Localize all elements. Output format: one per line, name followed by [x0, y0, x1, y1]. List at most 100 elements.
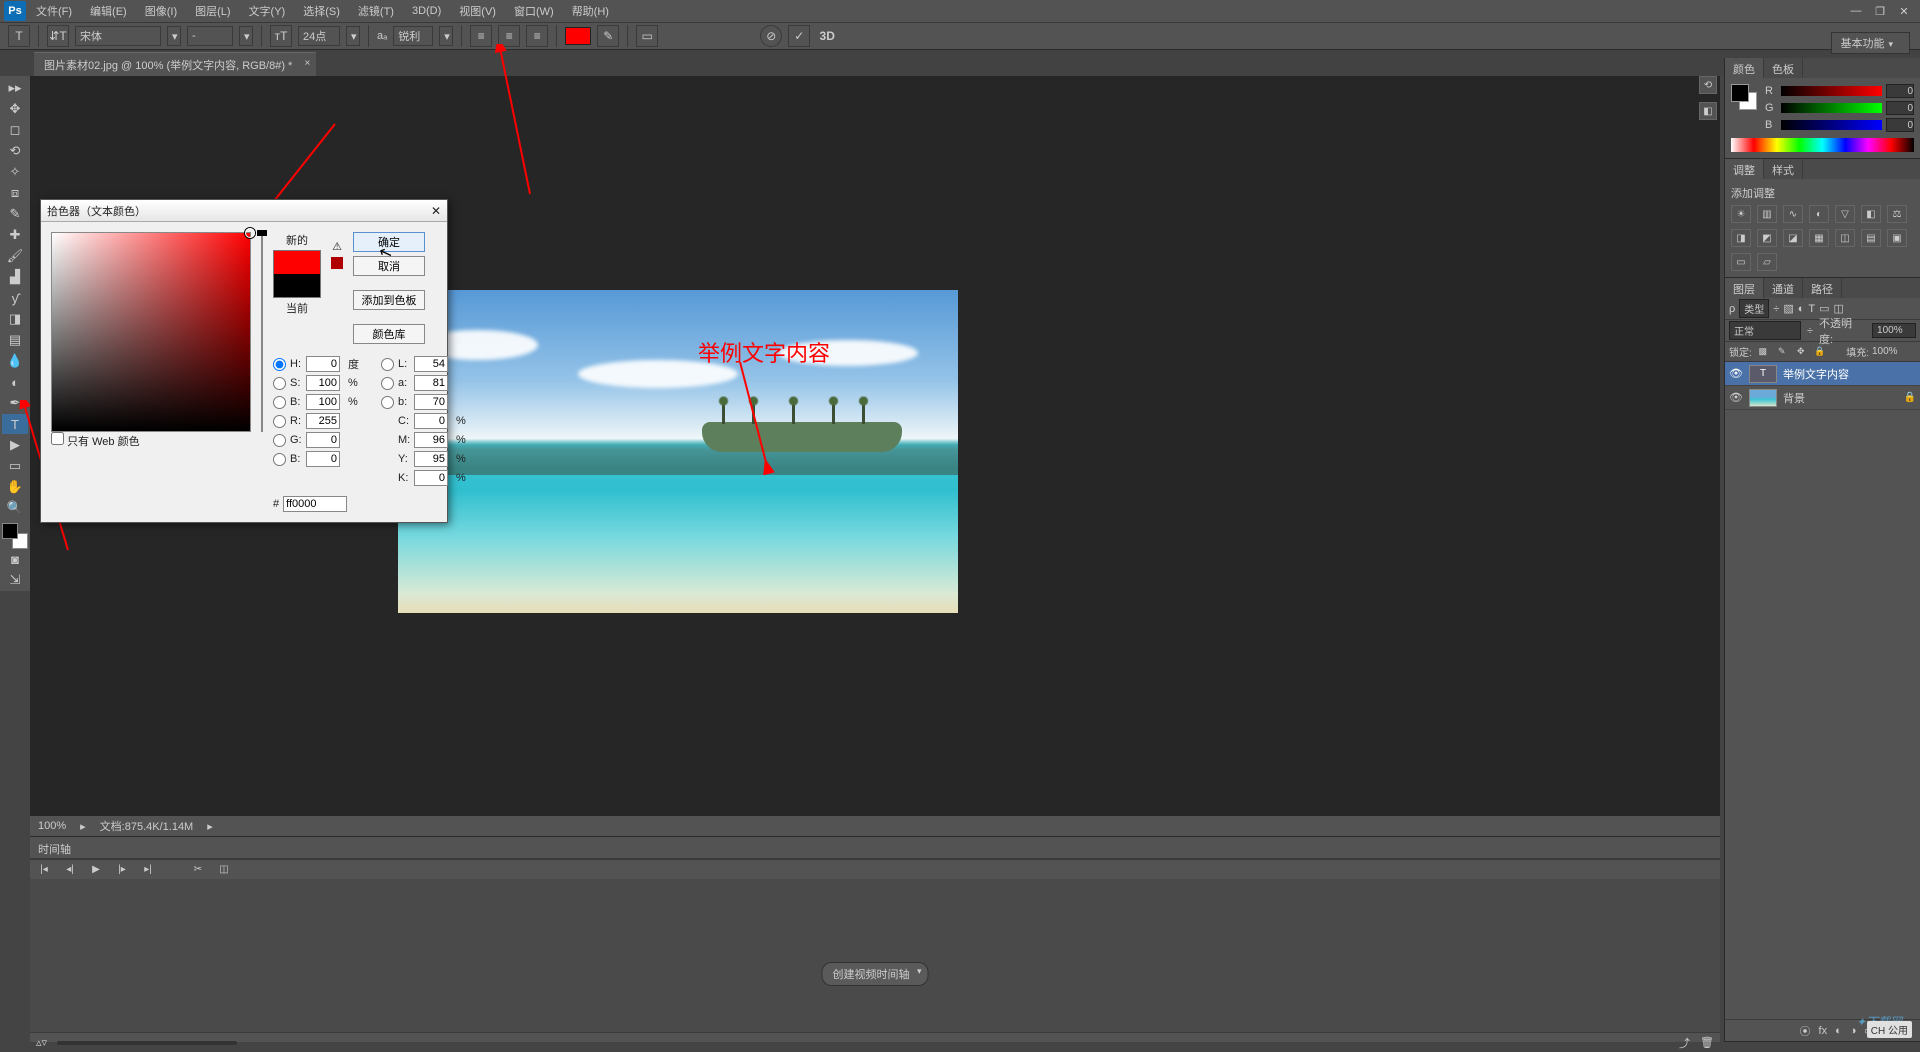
font-style-select[interactable]: - [187, 26, 233, 46]
adj-photo-icon[interactable]: ◩ [1757, 229, 1777, 247]
dialog-close-icon[interactable]: ✕ [431, 204, 441, 218]
tl-trans-icon[interactable]: ◫ [216, 863, 232, 877]
layer-row-bg[interactable]: 👁 背景 🔒 [1725, 386, 1920, 410]
lock-move-icon[interactable]: ✥ [1793, 345, 1809, 359]
radio-b2[interactable] [273, 453, 286, 466]
g-value[interactable] [1886, 101, 1914, 115]
adj-lookup-icon[interactable]: ▦ [1809, 229, 1829, 247]
heal-tool[interactable]: ✚ [2, 225, 28, 245]
create-video-timeline-button[interactable]: 创建视频时间轴 [822, 962, 929, 986]
lock-all-icon[interactable]: 🔒 [1812, 345, 1828, 359]
tl-next-icon[interactable]: |▸ [114, 863, 130, 877]
lock-trans-icon[interactable]: ▩ [1755, 345, 1771, 359]
adj-gradient-icon[interactable]: ▭ [1731, 253, 1751, 271]
document-tab[interactable]: 图片素材02.jpg @ 100% (举例文字内容, RGB/8#) * × [34, 52, 316, 76]
menu-image[interactable]: 图像(I) [137, 1, 185, 21]
font-style-dropdown-icon[interactable]: ▾ [239, 26, 253, 46]
c-input[interactable] [414, 413, 448, 429]
adj-levels-icon[interactable]: ▥ [1757, 205, 1777, 223]
properties-tab-icon[interactable]: ◧ [1699, 102, 1717, 120]
cancel-button[interactable]: 取消 [353, 256, 425, 276]
tl-render-icon[interactable]: ⤴ [1679, 1035, 1690, 1051]
lock-paint-icon[interactable]: ✎ [1774, 345, 1790, 359]
spectrum-bar[interactable] [1731, 138, 1914, 152]
adj-invert-icon[interactable]: ◫ [1835, 229, 1855, 247]
lasso-tool[interactable]: ⟲ [2, 141, 28, 161]
link-layers-icon[interactable]: ⦿ [1800, 1023, 1811, 1039]
tab-channels[interactable]: 通道 [1764, 278, 1803, 298]
tab-layers[interactable]: 图层 [1725, 278, 1764, 298]
minimize-icon[interactable]: — [1844, 3, 1868, 19]
history-tab-icon[interactable]: ⟲ [1699, 76, 1717, 94]
adj-vibrance-icon[interactable]: ▽ [1835, 205, 1855, 223]
visibility-icon[interactable]: 👁 [1729, 391, 1743, 404]
crop-tool[interactable]: ⧈ [2, 183, 28, 203]
menu-type[interactable]: 文字(Y) [241, 1, 294, 21]
adj-curves-icon[interactable]: ∿ [1783, 205, 1803, 223]
close-icon[interactable]: ✕ [1892, 3, 1916, 19]
radio-a[interactable] [381, 377, 394, 390]
color-field[interactable] [51, 232, 251, 432]
radio-g[interactable] [273, 434, 286, 447]
menu-help[interactable]: 帮助(H) [564, 1, 617, 21]
menu-layer[interactable]: 图层(L) [187, 1, 238, 21]
layer-row-text[interactable]: 👁 T 举例文字内容 [1725, 362, 1920, 386]
eyedropper-tool[interactable]: ✎ [2, 204, 28, 224]
align-center-icon[interactable]: ≡ [498, 25, 520, 47]
antialias-select[interactable]: 锐利 [393, 26, 433, 46]
layer-filter-select[interactable]: 类型 [1739, 299, 1769, 318]
text-color-swatch[interactable] [565, 27, 591, 45]
font-size-select[interactable]: 24点 [298, 26, 340, 46]
3d-icon[interactable]: 3D [816, 25, 838, 47]
blend-mode-select[interactable]: 正常 [1729, 321, 1801, 340]
m-input[interactable] [414, 432, 448, 448]
text-orientation-icon[interactable]: ⇵T [47, 25, 69, 47]
lab-b-input[interactable] [414, 394, 448, 410]
h-input[interactable] [306, 356, 340, 372]
tool-preset-icon[interactable]: T [8, 25, 30, 47]
stamp-tool[interactable]: ▟ [2, 267, 28, 287]
marquee-tool[interactable]: ◻ [2, 120, 28, 140]
bri-input[interactable] [306, 394, 340, 410]
tl-last-icon[interactable]: ▸| [140, 863, 156, 877]
menu-select[interactable]: 选择(S) [295, 1, 348, 21]
menu-view[interactable]: 视图(V) [451, 1, 504, 21]
radio-bri[interactable] [273, 396, 286, 409]
filter-smart-icon[interactable]: ◫ [1834, 302, 1844, 315]
zoom-level[interactable]: 100% [38, 820, 66, 832]
g-slider[interactable] [1781, 103, 1882, 113]
cancel-edit-icon[interactable]: ⊘ [760, 25, 782, 47]
font-family-select[interactable]: 宋体 [75, 26, 161, 46]
collapse-icon[interactable]: ▸▸ [2, 78, 28, 98]
color-libs-button[interactable]: 颜色库 [353, 324, 425, 344]
visibility-icon[interactable]: 👁 [1729, 367, 1743, 380]
align-right-icon[interactable]: ≡ [526, 25, 548, 47]
hex-input[interactable] [283, 496, 347, 512]
adj-poster-icon[interactable]: ▤ [1861, 229, 1881, 247]
menu-filter[interactable]: 滤镜(T) [350, 1, 402, 21]
layer-name[interactable]: 背景 [1783, 390, 1805, 406]
fg-bg-swatch[interactable] [2, 523, 28, 549]
tl-delete-icon[interactable]: 🗑 [1700, 1036, 1714, 1049]
commit-edit-icon[interactable]: ✓ [788, 25, 810, 47]
menu-window[interactable]: 窗口(W) [506, 1, 562, 21]
adj-hue-icon[interactable]: ◧ [1861, 205, 1881, 223]
warp-text-icon[interactable]: ✎ [597, 25, 619, 47]
filter-type-icon[interactable]: T [1808, 303, 1815, 315]
new-current-swatch[interactable] [273, 250, 321, 298]
opacity-value[interactable]: 100% [1872, 323, 1916, 338]
tab-close-icon[interactable]: × [305, 58, 311, 69]
quickmask-tool[interactable]: ◙ [2, 549, 28, 569]
ime-indicator[interactable]: CH 公用 [1867, 1021, 1912, 1038]
panel-fgbg-swatch[interactable] [1731, 84, 1757, 110]
filter-adjust-icon[interactable]: ◐ [1798, 303, 1805, 315]
radio-r[interactable] [273, 415, 286, 428]
adj-mixer-icon[interactable]: ◪ [1783, 229, 1803, 247]
font-size-dropdown-icon[interactable]: ▾ [346, 26, 360, 46]
hue-slider[interactable] [261, 232, 263, 432]
shape-tool[interactable]: ▭ [2, 456, 28, 476]
tab-styles[interactable]: 样式 [1764, 159, 1803, 179]
g-input[interactable] [306, 432, 340, 448]
menu-file[interactable]: 文件(F) [28, 1, 80, 21]
radio-h[interactable] [273, 358, 286, 371]
